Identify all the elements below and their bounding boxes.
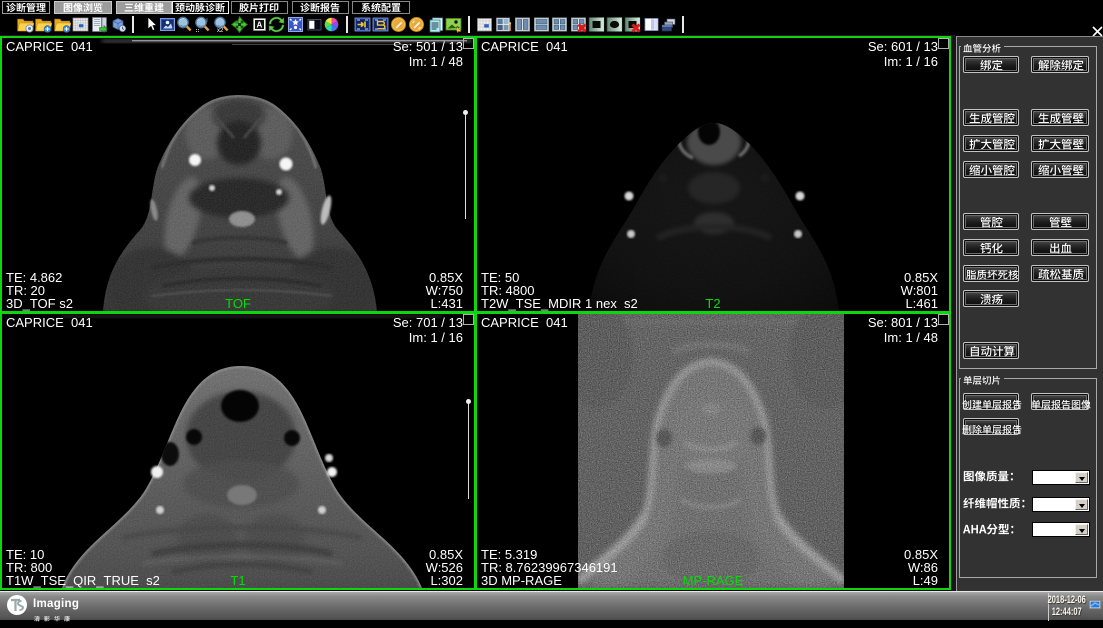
svg-text:x2: x2 <box>217 28 224 33</box>
svg-text:A: A <box>257 21 263 30</box>
